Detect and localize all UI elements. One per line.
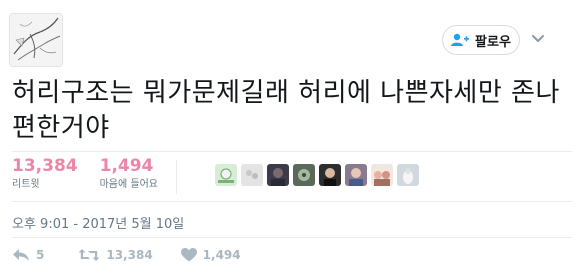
like-label: 마음에 들어요 bbox=[99, 179, 158, 190]
retweet-icon bbox=[78, 248, 100, 262]
like-button[interactable]: 1,494 bbox=[180, 248, 241, 262]
divider bbox=[12, 151, 572, 152]
tweet-actions: 5 13,384 1,494 bbox=[12, 245, 241, 265]
reply-icon bbox=[12, 248, 30, 262]
liker-avatar[interactable] bbox=[189, 164, 211, 186]
like-count: 1,494 bbox=[99, 156, 154, 176]
chevron-down-icon[interactable] bbox=[530, 30, 546, 46]
tweet-timestamp[interactable]: 오후 9:01 - 2017년 5월 10일 bbox=[12, 213, 184, 232]
divider bbox=[12, 237, 572, 238]
retweet-button[interactable]: 13,384 bbox=[78, 248, 153, 262]
avatar[interactable] bbox=[9, 13, 63, 67]
like-stat[interactable]: 1,494 마음에 들어요 bbox=[100, 156, 158, 192]
liker-avatar[interactable] bbox=[345, 164, 367, 186]
liker-avatar[interactable] bbox=[293, 164, 315, 186]
avatar-image bbox=[10, 14, 62, 66]
liker-avatar[interactable] bbox=[241, 164, 263, 186]
liker-avatar[interactable] bbox=[319, 164, 341, 186]
retweet-count: 13,384 bbox=[12, 156, 78, 176]
follow-label: 팔로우 bbox=[475, 34, 511, 50]
retweet-stat[interactable]: 13,384 리트윗 bbox=[12, 156, 78, 192]
retweet-label: 리트윗 bbox=[12, 179, 40, 190]
liker-avatar[interactable] bbox=[397, 164, 419, 186]
liker-avatar[interactable] bbox=[267, 164, 289, 186]
divider bbox=[12, 201, 572, 202]
retweet-action-count: 13,384 bbox=[106, 248, 153, 262]
reply-button[interactable]: 5 bbox=[12, 248, 44, 262]
divider bbox=[176, 160, 177, 194]
liker-avatar[interactable] bbox=[215, 164, 237, 186]
likers-list bbox=[189, 164, 419, 186]
reply-count: 5 bbox=[36, 248, 45, 262]
follow-button[interactable]: 팔로우 bbox=[442, 25, 520, 55]
tweet-stats: 13,384 리트윗 1,494 마음에 들어요 bbox=[12, 156, 180, 192]
like-action-count: 1,494 bbox=[202, 248, 241, 262]
heart-icon bbox=[180, 248, 197, 262]
tweet-text: 허리구조는 뭐가문제길래 허리에 나쁜자세만 존나편한거야 bbox=[12, 78, 560, 143]
liker-avatar[interactable] bbox=[371, 164, 393, 186]
add-user-icon bbox=[451, 33, 470, 47]
